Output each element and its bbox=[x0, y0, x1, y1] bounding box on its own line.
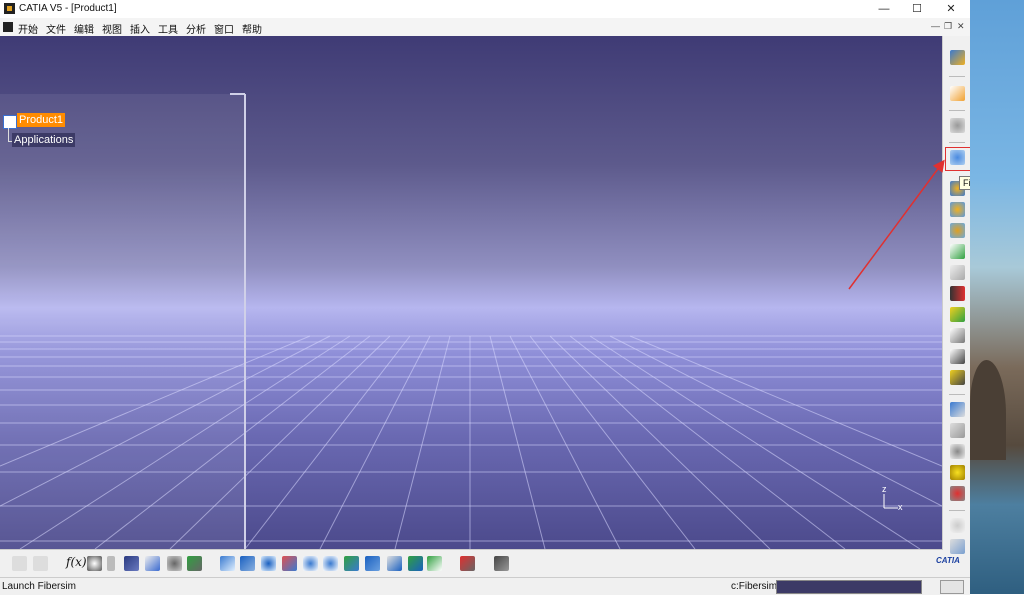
menu-insert[interactable]: 插入 bbox=[130, 21, 150, 36]
axis-system-icon[interactable] bbox=[460, 556, 475, 571]
light-bulb-icon[interactable] bbox=[950, 465, 965, 480]
compass-axes-icon bbox=[883, 494, 898, 509]
network-icon[interactable] bbox=[145, 556, 160, 571]
document-icon[interactable] bbox=[3, 22, 13, 32]
menu-analysis[interactable]: 分析 bbox=[186, 21, 206, 36]
menu-start[interactable]: 开始 bbox=[18, 21, 38, 36]
zoom-in-icon[interactable] bbox=[303, 556, 318, 571]
rotate-icon[interactable] bbox=[950, 518, 965, 533]
redo-icon[interactable] bbox=[33, 556, 48, 571]
component-icon[interactable] bbox=[950, 370, 965, 385]
zoom-out-icon[interactable] bbox=[323, 556, 338, 571]
measure-icon[interactable] bbox=[950, 423, 965, 438]
gear-move-icon[interactable] bbox=[950, 202, 965, 217]
select-icon[interactable] bbox=[950, 86, 965, 101]
command-button[interactable] bbox=[940, 580, 964, 594]
undo-icon[interactable] bbox=[12, 556, 27, 571]
catia-logo: CATIA bbox=[936, 556, 960, 565]
tree-color-icon[interactable] bbox=[950, 307, 965, 322]
knowledge-icon[interactable] bbox=[87, 556, 102, 571]
menu-edit[interactable]: 编辑 bbox=[74, 21, 94, 36]
table-icon[interactable] bbox=[124, 556, 139, 571]
toolbar-separator bbox=[949, 394, 965, 395]
3d-viewport[interactable]: Product1 Applications z x bbox=[0, 36, 942, 549]
catia-app-icon bbox=[4, 3, 15, 14]
menu-help[interactable]: 帮助 bbox=[242, 21, 262, 36]
formula-button[interactable]: f(x) bbox=[66, 555, 87, 569]
plane-icon[interactable] bbox=[950, 539, 965, 554]
menu-bar: 开始 文件 编辑 视图 插入 工具 分析 窗口 帮助 — ❐ ✕ bbox=[0, 18, 970, 37]
mdi-close-button[interactable]: ✕ bbox=[957, 21, 965, 32]
capture-icon[interactable] bbox=[494, 556, 509, 571]
window-title: CATIA V5 - [Product1] bbox=[19, 3, 117, 14]
menu-file[interactable]: 文件 bbox=[46, 21, 66, 36]
toolbar-separator bbox=[949, 76, 965, 77]
bottom-toolbar: f(x) bbox=[0, 549, 942, 577]
menu-view[interactable]: 视图 bbox=[102, 21, 122, 36]
catalog-icon[interactable] bbox=[167, 556, 182, 571]
gear-constraint-icon[interactable] bbox=[950, 223, 965, 238]
shading-icon[interactable] bbox=[387, 556, 402, 571]
menu-tools[interactable]: 工具 bbox=[158, 21, 178, 36]
tree-expand-icon[interactable] bbox=[950, 349, 965, 364]
annotation-arrow bbox=[848, 159, 945, 290]
normal-view-icon[interactable] bbox=[344, 556, 359, 571]
hierarchy-icon[interactable] bbox=[950, 328, 965, 343]
maximize-button[interactable]: ☐ bbox=[901, 0, 933, 18]
fly-mode-icon[interactable] bbox=[220, 556, 235, 571]
toolbar-separator bbox=[949, 510, 965, 511]
catia-window: CATIA V5 - [Product1] — ☐ ✕ 开始 文件 编辑 视图 … bbox=[0, 0, 1002, 595]
snap-icon[interactable] bbox=[950, 118, 965, 133]
product-icon[interactable] bbox=[3, 115, 17, 129]
spec-tree-panel bbox=[0, 94, 246, 549]
swap-space-icon[interactable] bbox=[427, 556, 442, 571]
tree-node-product[interactable]: Product1 bbox=[17, 113, 66, 127]
list-arrow-icon[interactable] bbox=[950, 286, 965, 301]
workbench-icon[interactable] bbox=[950, 50, 965, 65]
save-icon[interactable] bbox=[950, 244, 965, 259]
fit-all-icon[interactable] bbox=[240, 556, 255, 571]
pin-icon[interactable] bbox=[107, 556, 115, 571]
title-bar[interactable]: CATIA V5 - [Product1] — ☐ ✕ bbox=[0, 0, 970, 18]
mdi-restore-button[interactable]: ❐ bbox=[944, 21, 952, 32]
rotate-view-icon[interactable] bbox=[282, 556, 297, 571]
close-button[interactable]: ✕ bbox=[935, 0, 967, 18]
hide-show-icon[interactable] bbox=[408, 556, 423, 571]
tree-corner bbox=[230, 93, 245, 95]
view-icon[interactable] bbox=[950, 402, 965, 417]
no-light-icon[interactable] bbox=[950, 486, 965, 501]
desktop-background bbox=[970, 0, 1024, 594]
menu-window[interactable]: 窗口 bbox=[214, 21, 234, 36]
tree-node-applications[interactable]: Applications bbox=[12, 133, 76, 147]
status-bar: Launch Fibersim c:Fibersim bbox=[0, 577, 970, 595]
minimize-button[interactable]: — bbox=[868, 0, 900, 18]
command-label: c:Fibersim bbox=[731, 581, 778, 592]
hide-icon[interactable] bbox=[950, 444, 965, 459]
tree-icon[interactable] bbox=[187, 556, 202, 571]
status-message: Launch Fibersim bbox=[2, 581, 76, 592]
toolbar-separator bbox=[949, 142, 965, 143]
toolbar-separator bbox=[949, 110, 965, 111]
iso-view-icon[interactable] bbox=[365, 556, 380, 571]
command-input[interactable] bbox=[776, 580, 922, 594]
mdi-minimize-button[interactable]: — bbox=[931, 21, 940, 31]
pan-icon[interactable] bbox=[261, 556, 276, 571]
cut-icon[interactable] bbox=[950, 265, 965, 280]
